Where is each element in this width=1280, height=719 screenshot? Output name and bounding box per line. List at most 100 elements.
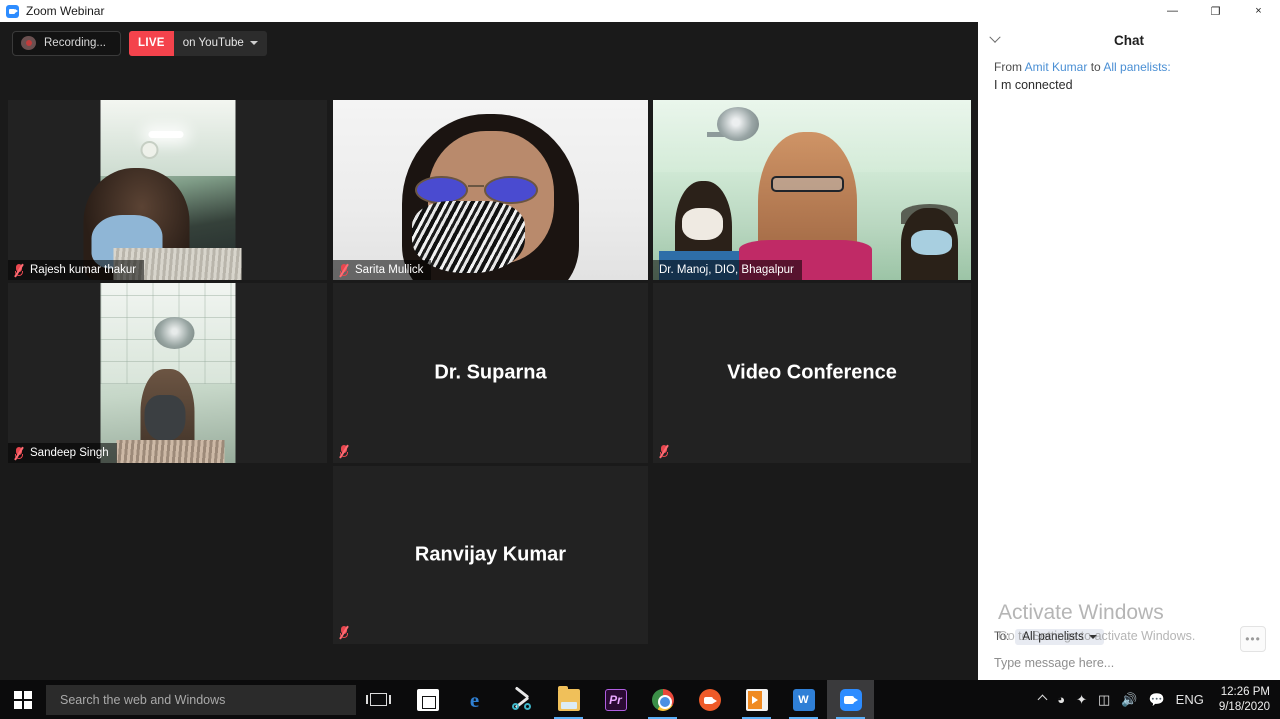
meeting-toolbar: Recording... LIVE on YouTube (0, 22, 978, 64)
video-tile-no-video[interactable]: Ranvijay Kumar (333, 466, 648, 644)
taskbar-app-wps-office[interactable]: W (780, 680, 827, 719)
clock-date: 9/18/2020 (1218, 700, 1270, 713)
window-controls: — ❐ × (1151, 0, 1280, 22)
chat-title: Chat (1114, 32, 1144, 48)
language-indicator[interactable]: ENG (1176, 692, 1204, 707)
zoom-orange-icon (698, 688, 721, 711)
video-tile-no-video[interactable]: Video Conference (653, 283, 971, 463)
chat-to-prefix: to (1087, 60, 1104, 74)
video-feed (333, 100, 648, 280)
window-title-bar: Zoom Webinar — ❐ × (0, 0, 1280, 22)
participant-name-tag: Sarita Mullick (333, 260, 432, 280)
video-grid: Rajesh kumar thakur Sarita Mullick Dr. M… (8, 100, 971, 644)
chat-panel: Chat From Amit Kumar to All panelists: I… (978, 22, 1280, 680)
chat-message-list: From Amit Kumar to All panelists: I m co… (978, 58, 1280, 626)
chat-recipient-value: All panelists (1022, 631, 1084, 643)
recording-label: Recording... (44, 37, 107, 49)
window-title: Zoom Webinar (26, 4, 105, 18)
live-badge: LIVE (129, 30, 174, 56)
show-hidden-icons-button[interactable] (1037, 694, 1048, 705)
participant-name: Rajesh kumar thakur (30, 264, 137, 276)
chat-recipient: All panelists: (1103, 60, 1171, 74)
chat-recipient-row: To: All panelists (994, 626, 1264, 648)
taskbar-app-zoom-meeting[interactable] (827, 680, 874, 719)
restore-button[interactable]: ❐ (1194, 0, 1237, 22)
zoom-webinar-window: Recording... LIVE on YouTube Rajesh kuma… (0, 22, 978, 680)
taskbar-app-file-explorer[interactable] (545, 680, 592, 719)
clock-time: 12:26 PM (1220, 685, 1270, 698)
taskbar-app-premiere-pro[interactable]: Pr (592, 680, 639, 719)
microsoft-store-icon (416, 688, 439, 711)
premiere-pro-icon: Pr (604, 688, 627, 711)
recording-indicator[interactable]: Recording... (12, 30, 122, 56)
chat-from-prefix: From (994, 60, 1025, 74)
start-button[interactable] (0, 680, 46, 719)
participant-name-tag: Sandeep Singh (8, 443, 117, 463)
snipping-tool-icon (511, 685, 533, 711)
chat-message-text: I m connected (994, 78, 1073, 92)
volume-icon[interactable]: 🔊 (1121, 692, 1137, 708)
taskbar-app-google-chrome[interactable] (639, 680, 686, 719)
windows-taskbar: Search the web and Windows e Pr W ◕ ✦ ◫ … (0, 680, 1280, 719)
google-chrome-icon (651, 688, 674, 711)
participant-name: Sandeep Singh (30, 447, 109, 459)
taskbar-app-snipping-tool[interactable] (498, 680, 545, 719)
video-tile[interactable]: Rajesh kumar thakur (8, 100, 327, 280)
system-tray: ◕ ✦ ◫ 🔊 💬 ENG 12:26 PM 9/18/2020 (1037, 685, 1280, 715)
taskbar-app-microsoft-store[interactable] (404, 680, 451, 719)
video-tile-no-video[interactable]: Dr. Suparna (333, 283, 648, 463)
dropbox-icon[interactable]: ✦ (1076, 692, 1087, 708)
video-tile[interactable]: Sandeep Singh (8, 283, 327, 463)
taskbar-app-buttons: e Pr W (404, 680, 874, 719)
clock[interactable]: 12:26 PM 9/18/2020 (1215, 685, 1270, 715)
mic-muted-icon (14, 446, 24, 460)
task-view-button[interactable] (356, 680, 400, 719)
chevron-down-icon (1088, 635, 1097, 639)
video-tile-active-speaker[interactable]: Dr. Manoj, DIO, Bhagalpur (653, 100, 971, 280)
live-stream-indicator[interactable]: LIVE on YouTube (129, 30, 267, 56)
chat-composer: ••• To: All panelists Type message here.… (978, 626, 1280, 680)
taskbar-search-input[interactable]: Search the web and Windows (46, 684, 356, 715)
chevron-down-icon[interactable] (249, 41, 258, 45)
action-center-icon[interactable]: 💬 (1148, 692, 1164, 708)
live-platform-label: on YouTube (182, 37, 244, 49)
record-dot-icon (21, 36, 36, 50)
zoom-camera-icon (6, 4, 19, 18)
chat-more-options-button[interactable]: ••• (1240, 626, 1266, 652)
media-player-icon (745, 688, 768, 711)
mic-muted-icon (339, 444, 349, 459)
participant-placeholder-name: Video Conference (727, 361, 897, 384)
video-tile[interactable]: Sarita Mullick (333, 100, 648, 280)
battery-icon[interactable]: ◫ (1098, 692, 1110, 708)
taskbar-app-zoom-orange[interactable] (686, 680, 733, 719)
mic-muted-icon (14, 263, 24, 277)
chat-to-label: To: (994, 631, 1010, 643)
file-explorer-icon (557, 685, 580, 711)
chat-recipient-dropdown[interactable]: All panelists (1015, 629, 1104, 645)
mic-muted-icon (339, 263, 349, 277)
video-feed (8, 283, 327, 463)
taskbar-app-microsoft-edge[interactable]: e (451, 680, 498, 719)
participant-placeholder-name: Ranvijay Kumar (414, 543, 567, 566)
chat-sender[interactable]: Amit Kumar (1025, 60, 1088, 74)
wifi-icon[interactable]: ◕ (1057, 692, 1065, 707)
participant-name: Dr. Manoj, DIO, Bhagalpur (659, 264, 794, 276)
chat-message: From Amit Kumar to All panelists: I m co… (994, 58, 1264, 94)
chat-message-meta: From Amit Kumar to All panelists: (994, 58, 1264, 76)
chat-header: Chat (978, 22, 1280, 58)
minimize-button[interactable]: — (1151, 0, 1194, 22)
mic-muted-icon (659, 444, 669, 459)
chat-message-input[interactable]: Type message here... (994, 656, 1264, 670)
video-feed (8, 100, 327, 280)
participant-name: Sarita Mullick (355, 264, 424, 276)
mic-muted-icon (339, 625, 349, 640)
screen: Zoom Webinar — ❐ × Recording... LIVE on … (0, 0, 1280, 719)
participant-name-tag: Rajesh kumar thakur (8, 260, 145, 280)
taskbar-app-media-player[interactable] (733, 680, 780, 719)
microsoft-edge-icon: e (469, 687, 480, 712)
video-feed (653, 100, 971, 280)
wps-office-icon: W (792, 688, 815, 711)
participant-placeholder-name: Dr. Suparna (434, 361, 547, 384)
close-button[interactable]: × (1237, 0, 1280, 22)
windows-logo-icon (14, 690, 32, 709)
